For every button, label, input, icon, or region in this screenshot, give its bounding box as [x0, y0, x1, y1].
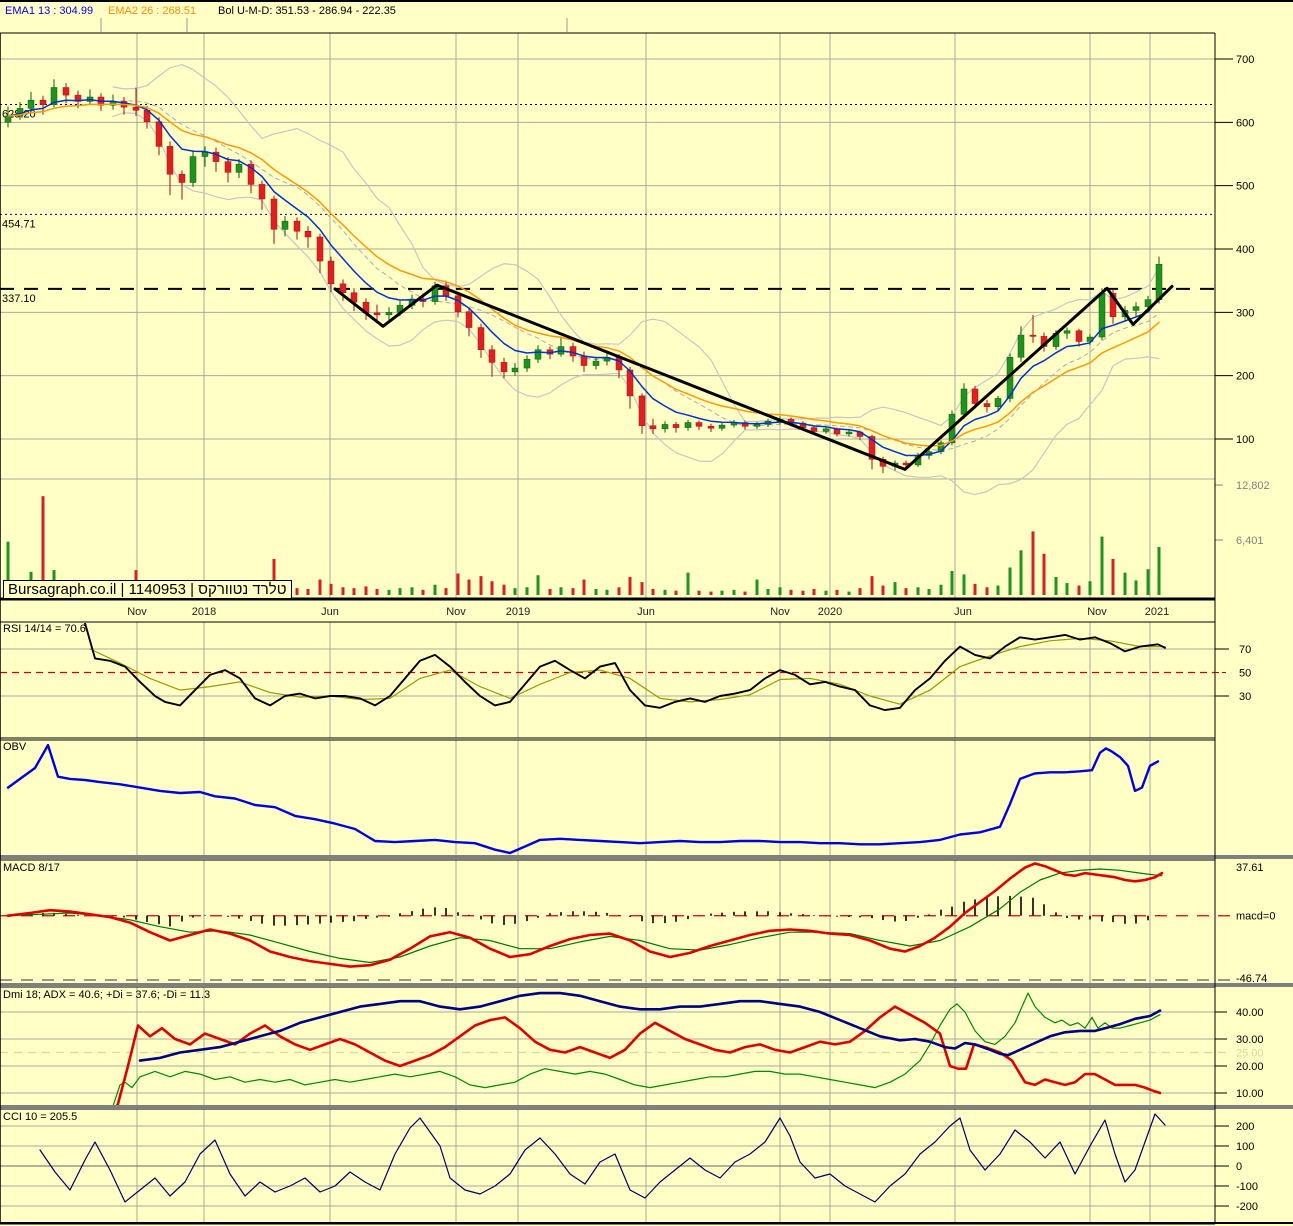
svg-text:100: 100 — [1236, 1141, 1254, 1153]
svg-text:400: 400 — [1236, 244, 1254, 256]
svg-text:-100: -100 — [1236, 1181, 1258, 1193]
svg-text:100: 100 — [1236, 434, 1254, 446]
svg-text:454.71: 454.71 — [2, 218, 36, 230]
svg-text:200: 200 — [1236, 1121, 1254, 1133]
svg-text:12,802: 12,802 — [1236, 480, 1270, 492]
svg-text:70: 70 — [1239, 644, 1251, 656]
svg-text:200: 200 — [1236, 371, 1254, 383]
rsi-panel-label: RSI 14/14 = 70.6 — [3, 623, 86, 635]
svg-text:500: 500 — [1236, 181, 1254, 193]
svg-text:600: 600 — [1236, 117, 1254, 129]
svg-text:700: 700 — [1236, 54, 1254, 66]
svg-text:25.00: 25.00 — [1236, 1048, 1264, 1060]
svg-text:30.00: 30.00 — [1236, 1034, 1264, 1046]
svg-text:30: 30 — [1239, 691, 1251, 703]
svg-text:Jun: Jun — [321, 606, 339, 618]
dmi-panel-label: Dmi 18; ADX = 40.6; +Di = 37.6; -Di = 11… — [3, 989, 211, 1001]
svg-text:Nov: Nov — [127, 606, 147, 618]
price-panel — [0, 58, 1233, 440]
chart-canvas: 700600500400300200100628.20454.71337.101… — [0, 18, 1293, 1225]
watermark-ticker-label: Bursagraph.co.il | 1140953 | טלרד נטוורק… — [3, 580, 292, 599]
svg-text:0: 0 — [1236, 1161, 1242, 1173]
svg-text:-200: -200 — [1236, 1201, 1258, 1213]
svg-text:Nov: Nov — [1087, 606, 1107, 618]
svg-text:40.00: 40.00 — [1236, 1007, 1264, 1019]
svg-text:50: 50 — [1239, 668, 1251, 680]
stock-chart-window: EMA1 13 : 304.99 EMA2 26 : 268.51 Bol U-… — [0, 0, 1293, 1226]
svg-text:6,401: 6,401 — [1236, 535, 1264, 547]
svg-text:2019: 2019 — [506, 606, 530, 618]
svg-text:2020: 2020 — [818, 606, 842, 618]
svg-text:Jun: Jun — [637, 606, 655, 618]
svg-text:10.00: 10.00 — [1236, 1088, 1264, 1100]
svg-text:2018: 2018 — [192, 606, 216, 618]
svg-text:337.10: 337.10 — [2, 293, 36, 305]
svg-text:2021: 2021 — [1145, 606, 1169, 618]
macd-panel-label: MACD 8/17 — [3, 862, 60, 874]
cci-panel-label: CCI 10 = 205.5 — [3, 1111, 78, 1123]
svg-text:20.00: 20.00 — [1236, 1061, 1264, 1073]
svg-text:macd=0: macd=0 — [1236, 911, 1275, 923]
obv-panel-label: OBV — [3, 741, 27, 753]
svg-text:37.61: 37.61 — [1236, 862, 1264, 874]
svg-text:Nov: Nov — [770, 606, 790, 618]
svg-text:Nov: Nov — [446, 606, 466, 618]
svg-text:300: 300 — [1236, 307, 1254, 319]
svg-text:Jun: Jun — [954, 606, 972, 618]
